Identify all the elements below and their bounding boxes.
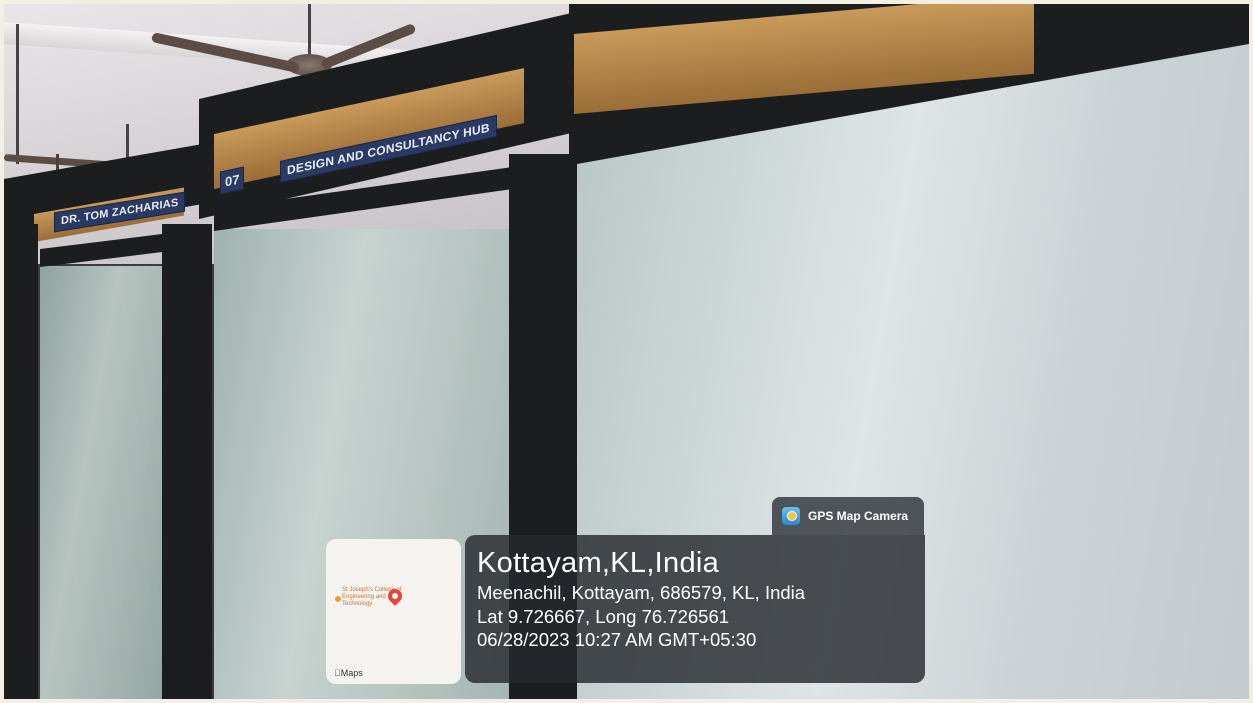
place-dot-icon	[334, 595, 342, 603]
fan-rod	[308, 4, 311, 56]
location-info-panel: Kottayam,KL,India Meenachil, Kottayam, 6…	[465, 535, 925, 683]
timestamp-line: 06/28/2023 10:27 AM GMT+05:30	[477, 629, 757, 650]
app-badge-label: GPS Map Camera	[808, 509, 909, 523]
address-line: Meenachil, Kottayam, 686579, KL, India	[477, 582, 806, 603]
frame-post	[162, 224, 212, 699]
coordinates-line: Lat 9.726667, Long 76.726561	[477, 605, 730, 627]
frosted-glass-pane	[40, 266, 162, 699]
map-thumbnail: St Joseph's College of Engineering and T…	[326, 539, 461, 684]
maps-credit: Maps	[334, 668, 363, 678]
fan-rod	[16, 24, 19, 164]
gps-map-camera-icon	[782, 507, 800, 525]
gps-map-camera-badge: GPS Map Camera	[772, 497, 924, 535]
location-title: Kottayam,KL,India	[477, 547, 720, 579]
frame-post	[4, 224, 38, 699]
